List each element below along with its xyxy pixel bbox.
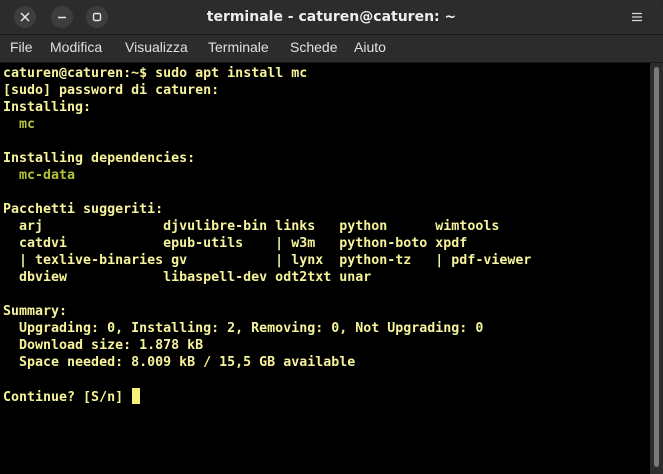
window-title: terminale - caturen@caturen: ~ [206, 9, 457, 25]
package-line: mc [3, 117, 36, 132]
prompt-user: caturen@caturen [3, 66, 124, 81]
output-line: Download size: 1.878 kB [3, 338, 204, 353]
output-line: Pacchetti suggeriti: [3, 202, 164, 217]
menu-modifica[interactable]: Modifica [50, 35, 102, 62]
output-line: arj djvulibre-bin links python wimtools [3, 219, 500, 234]
text-cursor [132, 388, 141, 404]
menu-file[interactable]: File [10, 35, 33, 62]
output-line: [sudo] password di caturen: [3, 83, 220, 98]
terminal-window: terminale - caturen@caturen: ~ File Modi… [0, 0, 663, 474]
scrollbar[interactable] [650, 63, 663, 474]
title-bar: terminale - caturen@caturen: ~ [0, 0, 663, 35]
output-line: Installing dependencies: [3, 151, 196, 166]
maximize-window-button[interactable] [86, 6, 108, 28]
continue-prompt-line: Continue? [S/n] [3, 388, 141, 405]
output-line: Summary: [3, 304, 68, 319]
maximize-icon [92, 12, 102, 22]
output-line: dbview libaspell-dev odt2txt unar [3, 270, 372, 285]
output-line: | texlive-binaries gv | lynx python-tz |… [3, 253, 532, 268]
hamburger-menu-button[interactable] [626, 6, 648, 28]
terminal-output[interactable]: caturen@caturen:~$ sudo apt install mc [… [0, 63, 650, 474]
prompt-line: caturen@caturen:~$ sudo apt install mc [3, 65, 307, 82]
hamburger-menu-icon [632, 12, 642, 22]
menu-visualizza[interactable]: Visualizza [125, 35, 188, 62]
menu-schede[interactable]: Schede [290, 35, 337, 62]
output-line: Upgrading: 0, Installing: 2, Removing: 0… [3, 321, 484, 336]
minimize-icon [58, 16, 66, 19]
package-line: mc-data [3, 168, 76, 183]
menu-aiuto[interactable]: Aiuto [354, 35, 386, 62]
output-line: Installing: [3, 100, 92, 115]
output-line: catdvi epub-utils | w3m python-boto xpdf [3, 236, 468, 251]
continue-prompt: Continue? [S/n] [3, 390, 132, 405]
menu-bar: File Modifica Visualizza Terminale Sched… [0, 35, 663, 63]
output-line: Space needed: 8.009 kB / 15,5 GB availab… [3, 355, 356, 370]
menu-terminale[interactable]: Terminale [208, 35, 269, 62]
close-icon [20, 12, 30, 22]
close-window-button[interactable] [14, 6, 36, 28]
scrollbar-thumb[interactable] [654, 67, 659, 467]
minimize-window-button[interactable] [51, 6, 73, 28]
prompt-path: :~$ [123, 66, 148, 81]
command-text: sudo apt install mc [147, 66, 308, 81]
